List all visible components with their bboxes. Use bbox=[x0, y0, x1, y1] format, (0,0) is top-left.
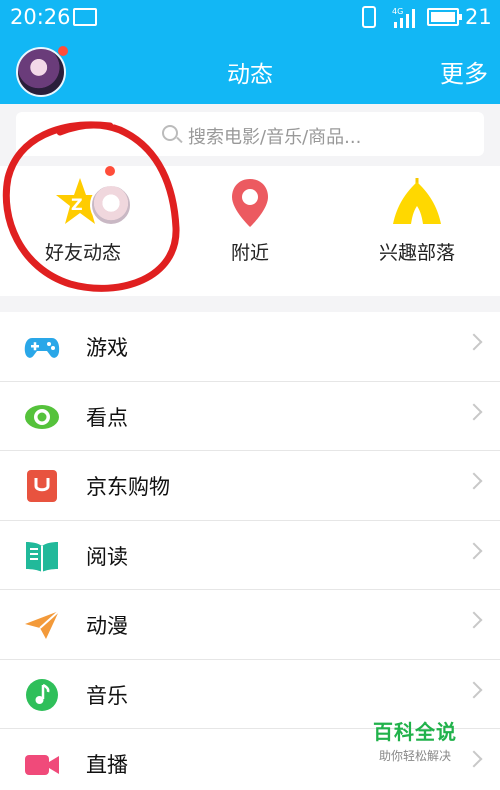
eye-icon bbox=[25, 404, 59, 429]
search-input[interactable]: 搜索电影/音乐/商品... bbox=[16, 112, 484, 156]
list-item-label: 动漫 bbox=[86, 614, 128, 638]
list-item-anime[interactable]: 动漫 bbox=[0, 590, 500, 660]
vibrate-icon bbox=[362, 6, 376, 28]
chevron-right-icon bbox=[465, 611, 483, 629]
list-item-kandian[interactable]: 看点 bbox=[0, 381, 500, 451]
list-item-jd-shopping[interactable]: 京东购物 bbox=[0, 451, 500, 521]
chevron-right-icon bbox=[465, 472, 483, 490]
quick-badge-dot bbox=[105, 166, 115, 176]
more-button[interactable]: 更多 bbox=[440, 54, 488, 89]
status-time: 20:26 bbox=[10, 5, 71, 29]
list-item-label: 音乐 bbox=[86, 683, 128, 708]
quick-item-label: 兴趣部落 bbox=[378, 242, 455, 264]
header-bar: 动态 更多 bbox=[0, 36, 500, 104]
jd-bag-icon bbox=[27, 470, 57, 502]
list-item-label: 阅读 bbox=[86, 544, 128, 569]
chevron-right-icon bbox=[465, 333, 483, 351]
watermark-logo: 百科全说 助你轻松解决 bbox=[360, 716, 470, 764]
friend-thumbnail bbox=[90, 184, 132, 226]
image-notification-icon bbox=[73, 8, 97, 26]
battery-level: 21 bbox=[465, 5, 492, 29]
chevron-right-icon bbox=[465, 681, 483, 698]
tent-icon bbox=[393, 178, 441, 224]
page-title: 动态 bbox=[227, 62, 273, 88]
paper-plane-icon bbox=[25, 610, 60, 639]
search-area: 搜索电影/音乐/商品... bbox=[0, 104, 500, 166]
quick-item-label: 好友动态 bbox=[44, 242, 121, 264]
location-pin-icon bbox=[232, 179, 268, 227]
list-item-label: 看点 bbox=[86, 405, 128, 430]
chevron-right-icon bbox=[465, 403, 483, 420]
svg-text:Z: Z bbox=[71, 195, 83, 214]
music-note-icon bbox=[26, 678, 58, 711]
watermark-subtitle: 助你轻松解决 bbox=[378, 749, 451, 763]
quick-item-friend-feed[interactable]: Z 好友动态 bbox=[0, 166, 166, 296]
signal-icon: 4G bbox=[392, 7, 415, 28]
search-icon bbox=[162, 125, 178, 141]
list-item-reading[interactable]: 阅读 bbox=[0, 520, 500, 590]
quick-entries: Z 好友动态 附近 兴趣部落 bbox=[0, 166, 500, 296]
quick-item-interest-tribe[interactable]: 兴趣部落 bbox=[334, 166, 500, 296]
battery-icon bbox=[427, 8, 462, 26]
watermark-title: 百科全说 bbox=[373, 720, 457, 744]
list-item-label: 京东购物 bbox=[86, 475, 170, 499]
list-item-label: 游戏 bbox=[86, 336, 128, 360]
quick-item-nearby[interactable]: 附近 bbox=[167, 166, 333, 296]
book-icon bbox=[26, 541, 58, 572]
network-type: 4G bbox=[392, 7, 403, 16]
video-camera-icon bbox=[25, 755, 59, 775]
list-item-games[interactable]: 游戏 bbox=[0, 312, 500, 382]
search-placeholder: 搜索电影/音乐/商品... bbox=[188, 127, 362, 148]
gamepad-icon bbox=[24, 338, 60, 358]
list-item-label: 直播 bbox=[86, 753, 128, 777]
section-divider bbox=[0, 296, 500, 312]
quick-item-label: 附近 bbox=[230, 242, 269, 264]
chevron-right-icon bbox=[465, 542, 483, 559]
status-bar: 20:26 4G 21 bbox=[0, 0, 500, 36]
